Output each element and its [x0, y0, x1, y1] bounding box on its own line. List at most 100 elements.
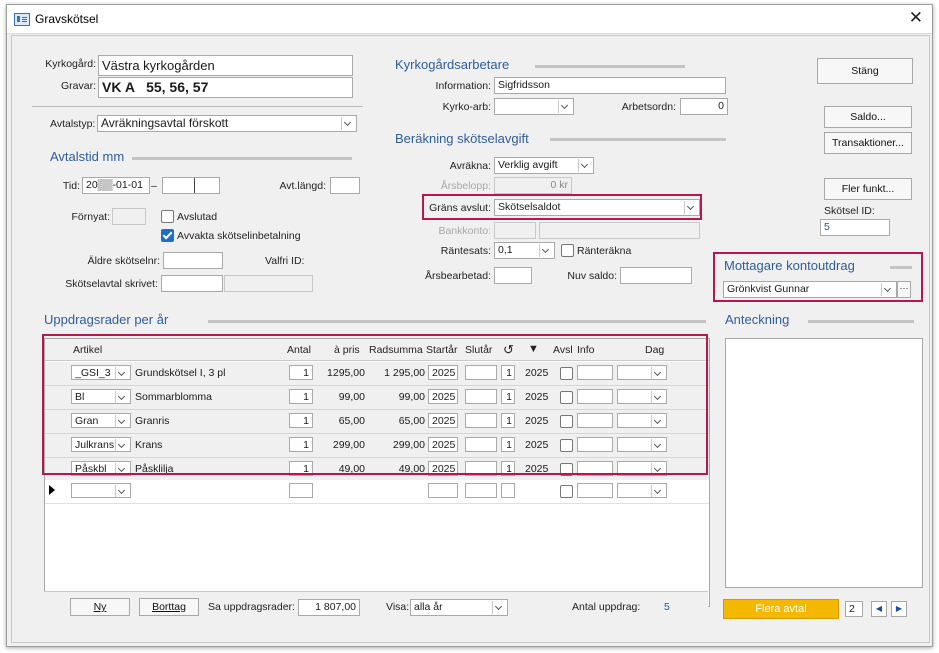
gravar-field[interactable]: VK A 55, 56, 57 [98, 77, 353, 98]
close-icon[interactable]: ✕ [909, 9, 923, 27]
visa-select[interactable]: alla år [410, 599, 508, 616]
visa-label: Visa: [386, 601, 410, 613]
arsbearbetad-label: Årsbearbetad: [425, 270, 491, 282]
berakning-title: Beräkning skötselavgift [395, 131, 529, 146]
dialog-window: Gravskötsel ✕ Kyrkogård: Västra kyrkogår… [6, 4, 933, 647]
avtalstyp-select[interactable]: Avräkningsavtal förskott [97, 115, 357, 132]
avrakna-value: Verklig avgift [498, 159, 558, 171]
avslutad-checkbox[interactable] [161, 210, 174, 223]
avtalstyp-value: Avräkningsavtal förskott [101, 116, 229, 130]
information-field[interactable]: Sigfridsson [494, 77, 726, 94]
next-record-icon[interactable]: ▶ [891, 601, 907, 617]
new-antal-cell[interactable] [289, 483, 313, 498]
chevron-down-icon[interactable] [492, 601, 506, 614]
chevron-down-icon[interactable] [115, 485, 129, 497]
text-cursor [194, 178, 195, 193]
avvakta-checkbox[interactable] [161, 229, 174, 242]
avtlangd-field[interactable] [330, 177, 360, 194]
avvakta-label: Avvakta skötselinbetalning [177, 230, 301, 242]
flera-avtal-button[interactable]: Flera avtal [723, 599, 839, 619]
ny-button[interactable]: Ny [70, 598, 130, 616]
tid-to-field[interactable] [162, 177, 220, 194]
chevron-down-icon[interactable] [578, 159, 592, 172]
skrivet-field[interactable] [161, 275, 223, 292]
chevron-down-icon[interactable] [651, 485, 665, 497]
section-line [132, 157, 352, 160]
section-line [550, 138, 726, 141]
arbetsordn-field[interactable]: 0 [680, 98, 728, 115]
kyrkoarb-label: Kyrko-arb: [442, 101, 491, 113]
arsbelopp-field: 0 kr [494, 177, 572, 194]
new-row[interactable] [45, 480, 709, 504]
avrakna-select[interactable]: Verklig avgift [494, 157, 594, 174]
transaktioner-button[interactable]: Transaktioner... [824, 132, 912, 154]
chevron-down-icon[interactable] [341, 117, 355, 130]
gravar-label: Gravar: [60, 80, 96, 92]
arbetare-title: Kyrkogårdsarbetare [395, 57, 510, 72]
record-selector-icon [49, 485, 55, 495]
grid-footer: Ny Borttag Sa uppdragsrader: 1 807,00 Vi… [44, 591, 708, 620]
section-line [208, 320, 706, 323]
bankkonto-field-2 [539, 222, 700, 239]
avtal-count: 2 [845, 601, 863, 617]
mottagare-value: Grönkvist Gunnar [727, 283, 810, 295]
skotsel-id-label: Skötsel ID: [824, 205, 875, 217]
valfri-field [224, 275, 313, 292]
avrakna-label: Avräkna: [449, 160, 491, 172]
section-line [808, 320, 914, 323]
arsbearbetad-field[interactable] [494, 267, 532, 284]
avtlangd-label: Avt.längd: [279, 180, 326, 192]
mottagare-title: Mottagare kontoutdrag [724, 258, 855, 273]
fornyat-field [112, 208, 146, 225]
kyrkogard-field[interactable]: Västra kyrkogården [98, 55, 353, 76]
new-slut-cell[interactable] [465, 483, 497, 498]
chevron-down-icon[interactable] [881, 283, 895, 296]
avslutad-label: Avslutad [177, 211, 218, 223]
new-info-cell[interactable] [577, 483, 613, 498]
anteckning-textarea[interactable] [725, 338, 923, 588]
prev-record-icon[interactable]: ◀ [871, 601, 887, 617]
anteckning-title: Anteckning [725, 312, 790, 327]
tid-from-field[interactable]: 20▒▒-01-01 [82, 177, 150, 194]
skotsel-id-field[interactable]: 5 [820, 219, 890, 236]
mottagare-more-button[interactable]: ··· [897, 281, 911, 298]
kyrkogard-label: Kyrkogård: [45, 58, 96, 70]
form-icon [14, 13, 30, 26]
bankkonto-field-1 [494, 222, 536, 239]
arsbelopp-label: Årsbelopp: [440, 180, 491, 192]
stang-button[interactable]: Stäng [817, 58, 913, 84]
tid-label: Tid: [62, 180, 80, 192]
avtalstyp-label: Avtalstyp: [50, 118, 96, 130]
mottagare-select[interactable]: Grönkvist Gunnar [723, 281, 897, 298]
avtalstid-title: Avtalstid mm [50, 149, 125, 164]
saldo-button[interactable]: Saldo... [824, 106, 912, 128]
skrivet-label: Skötselavtal skrivet: [65, 278, 158, 290]
aldre-label: Äldre skötselnr: [87, 255, 160, 267]
aldre-field[interactable] [163, 252, 223, 269]
sa-value: 1 807,00 [298, 599, 360, 616]
kyrkoarb-select[interactable] [494, 98, 574, 115]
new-dag-select[interactable] [617, 483, 667, 498]
uppdrag-title: Uppdragsrader per år [44, 312, 169, 327]
new-start-cell[interactable] [428, 483, 458, 498]
divider [32, 106, 363, 107]
borttag-button[interactable]: Borttag [139, 598, 199, 616]
nuvsaldo-field[interactable] [620, 267, 692, 284]
fornyat-label: Förnyat: [71, 211, 110, 223]
nuvsaldo-label: Nuv saldo: [567, 270, 617, 282]
bankkonto-label: Bankkonto: [438, 225, 491, 237]
fler-funkt-button[interactable]: Fler funkt... [824, 178, 912, 200]
valfri-label: Valfri ID: [265, 255, 305, 267]
antal-uppdrag-label: Antal uppdrag: [572, 601, 641, 613]
new-n-cell[interactable] [501, 483, 515, 498]
chevron-down-icon[interactable] [558, 100, 572, 113]
rantrakna-label: Ränteräkna [577, 245, 632, 257]
rantrakna-checkbox[interactable] [561, 244, 574, 257]
highlight-frame [42, 334, 708, 475]
new-avsl-checkbox[interactable] [560, 485, 573, 498]
new-code-select[interactable] [71, 483, 131, 498]
section-line [535, 65, 685, 68]
rantesats-select[interactable]: 0,1 [494, 242, 555, 259]
visa-value: alla år [414, 601, 443, 613]
chevron-down-icon[interactable] [539, 244, 553, 257]
